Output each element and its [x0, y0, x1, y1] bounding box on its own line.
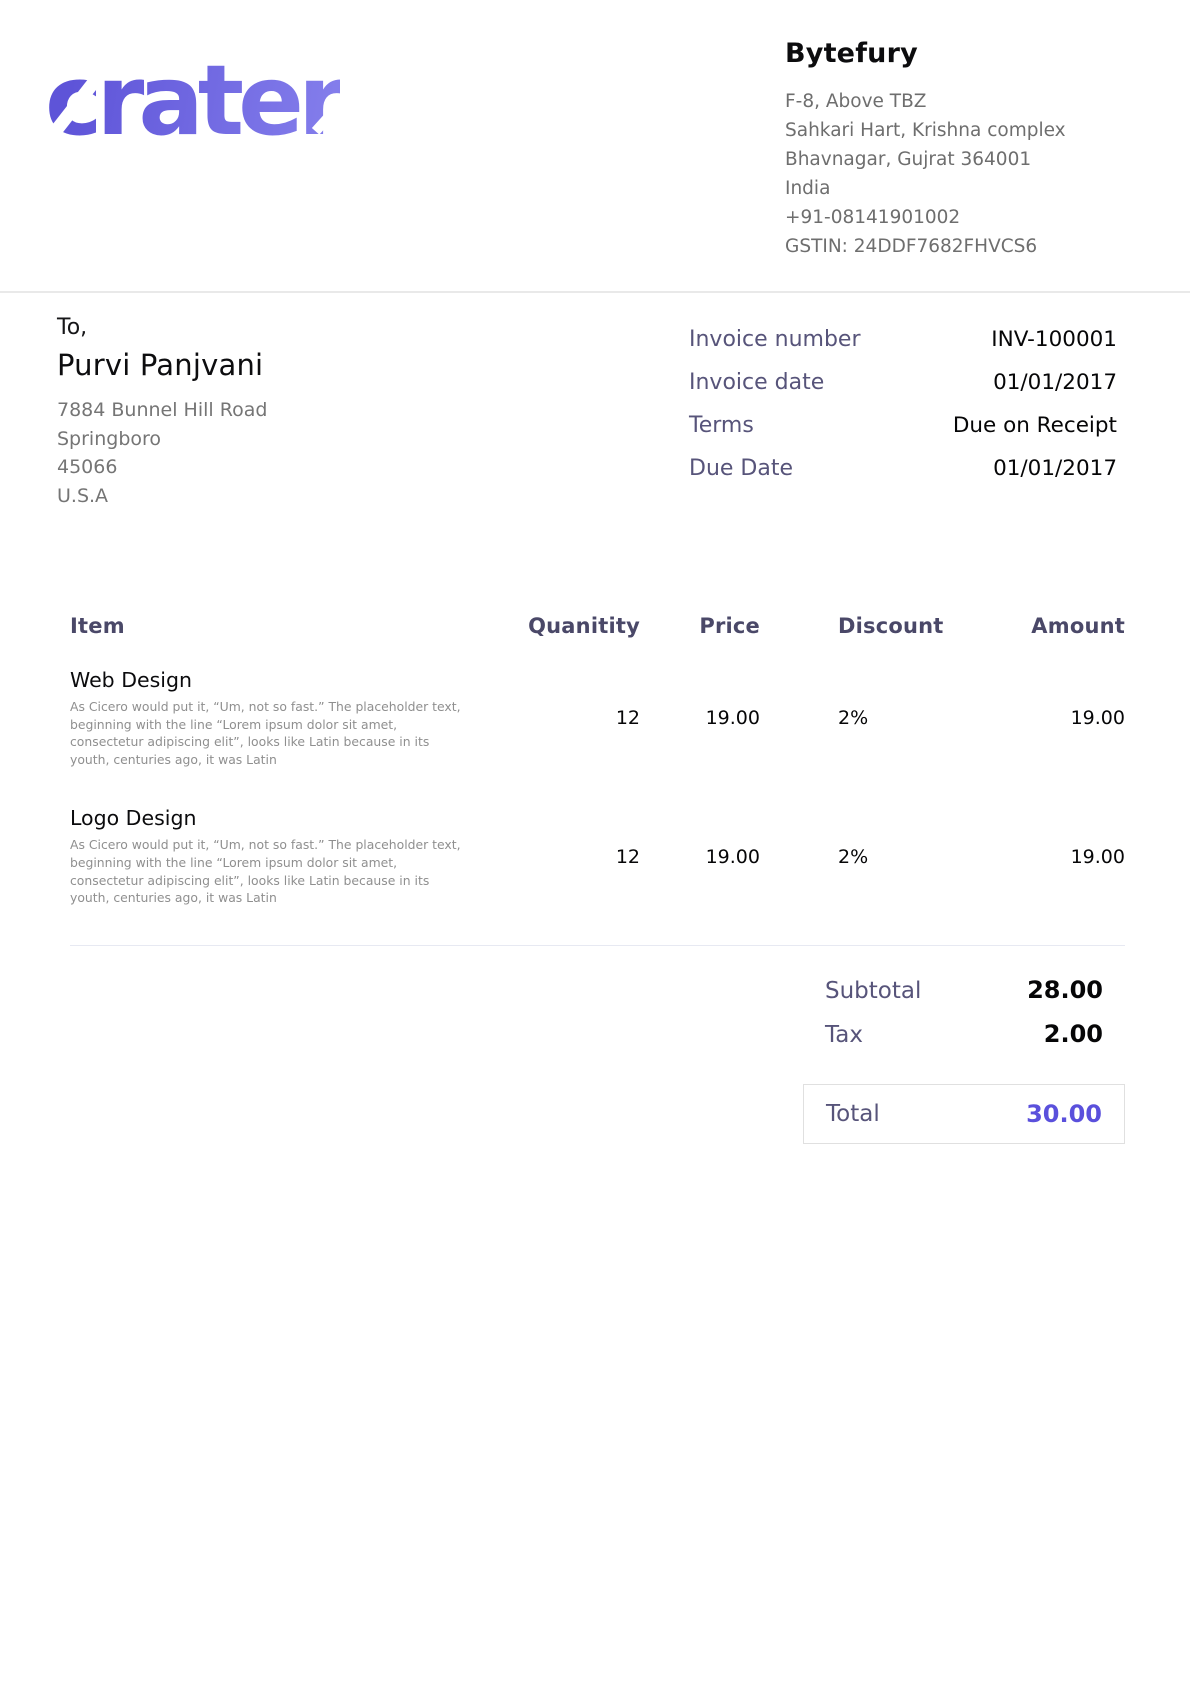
column-header-discount: Discount	[760, 614, 960, 638]
item-price: 19.00	[640, 846, 760, 868]
column-header-amount: Amount	[960, 614, 1125, 638]
invoice-meta: Invoice number INV-100001 Invoice date 0…	[689, 327, 1117, 510]
item-description: As Cicero would put it, “Um, not so fast…	[70, 698, 470, 768]
items-table: Item Quanitity Price Discount Amount Web…	[0, 614, 1190, 946]
item-quantity: 12	[470, 707, 640, 729]
subtotal-row: Subtotal 28.00	[803, 976, 1125, 1020]
items-table-header: Item Quanitity Price Discount Amount	[70, 614, 1125, 638]
tax-value: 2.00	[1044, 1020, 1103, 1048]
tax-row: Tax 2.00	[803, 1020, 1125, 1064]
bill-to-intro: To,	[57, 315, 267, 340]
terms-row: Terms Due on Receipt	[689, 413, 1117, 456]
company-info: Bytefury F-8, Above TBZ Sahkari Hart, Kr…	[785, 34, 1130, 265]
company-phone: +91-08141901002	[785, 203, 1130, 232]
items-divider	[70, 945, 1125, 946]
item-amount: 19.00	[960, 846, 1125, 868]
column-header-item: Item	[70, 614, 470, 638]
company-address-line: India	[785, 174, 1130, 203]
total-box: Total 30.00	[803, 1084, 1125, 1144]
recipient-address-line: Springboro	[57, 425, 267, 454]
item-discount: 2%	[760, 707, 960, 729]
totals-section: Subtotal 28.00 Tax 2.00 Total 30.00	[803, 976, 1125, 1144]
subtotal-label: Subtotal	[825, 978, 921, 1004]
crater-logo: crater	[45, 52, 340, 265]
invoice-number-value: INV-100001	[991, 327, 1117, 352]
recipient-address: 7884 Bunnel Hill Road Springboro 45066 U…	[57, 396, 267, 510]
subtotal-value: 28.00	[1027, 976, 1103, 1004]
item-cell: Logo Design As Cicero would put it, “Um,…	[70, 806, 470, 906]
item-cell: Web Design As Cicero would put it, “Um, …	[70, 668, 470, 768]
item-quantity: 12	[470, 846, 640, 868]
terms-value: Due on Receipt	[953, 413, 1117, 438]
company-address-line: Sahkari Hart, Krishna complex	[785, 116, 1130, 145]
total-label: Total	[826, 1101, 880, 1127]
billing-section: To, Purvi Panjvani 7884 Bunnel Hill Road…	[0, 293, 1190, 510]
item-name: Logo Design	[70, 806, 470, 830]
recipient-name: Purvi Panjvani	[57, 348, 267, 382]
invoice-date-value: 01/01/2017	[993, 370, 1117, 395]
terms-label: Terms	[689, 413, 754, 438]
tax-label: Tax	[825, 1022, 863, 1048]
recipient-address-line: U.S.A	[57, 482, 267, 511]
total-value: 30.00	[1026, 1100, 1102, 1128]
item-price: 19.00	[640, 707, 760, 729]
due-date-value: 01/01/2017	[993, 456, 1117, 481]
recipient-address-line: 45066	[57, 453, 267, 482]
column-header-quantity: Quanitity	[470, 614, 640, 638]
column-header-price: Price	[640, 614, 760, 638]
item-description: As Cicero would put it, “Um, not so fast…	[70, 836, 470, 906]
invoice-number-row: Invoice number INV-100001	[689, 327, 1117, 370]
due-date-row: Due Date 01/01/2017	[689, 456, 1117, 499]
invoice-number-label: Invoice number	[689, 327, 861, 352]
company-gstin: GSTIN: 24DDF7682FHVCS6	[785, 232, 1130, 261]
invoice-header: crater Bytefury F-8, Above TBZ Sahkari H…	[0, 0, 1190, 293]
item-amount: 19.00	[960, 707, 1125, 729]
company-address: F-8, Above TBZ Sahkari Hart, Krishna com…	[785, 87, 1130, 261]
invoice-date-row: Invoice date 01/01/2017	[689, 370, 1117, 413]
company-address-line: F-8, Above TBZ	[785, 87, 1130, 116]
table-row: Logo Design As Cicero would put it, “Um,…	[70, 806, 1125, 906]
item-name: Web Design	[70, 668, 470, 692]
recipient-address-line: 7884 Bunnel Hill Road	[57, 396, 267, 425]
item-discount: 2%	[760, 846, 960, 868]
table-row: Web Design As Cicero would put it, “Um, …	[70, 668, 1125, 768]
company-address-line: Bhavnagar, Gujrat 364001	[785, 145, 1130, 174]
invoice-date-label: Invoice date	[689, 370, 824, 395]
due-date-label: Due Date	[689, 456, 793, 481]
bill-to-block: To, Purvi Panjvani 7884 Bunnel Hill Road…	[57, 315, 267, 510]
company-name: Bytefury	[785, 38, 1130, 69]
invoice-page: crater Bytefury F-8, Above TBZ Sahkari H…	[0, 0, 1190, 1144]
crater-logo-text: crater	[45, 52, 340, 149]
